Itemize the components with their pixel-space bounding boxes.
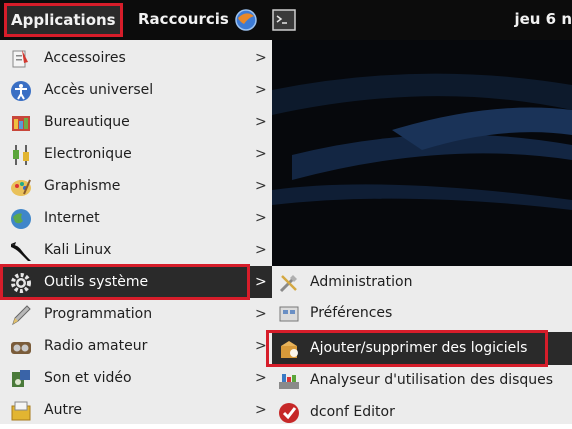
menu-item-label: Autre	[44, 402, 83, 418]
chevron-right-icon: >	[255, 274, 267, 290]
terminal-icon[interactable]	[272, 8, 296, 32]
raccourcis-menu-button[interactable]: Raccourcis	[132, 4, 235, 36]
chevron-right-icon: >	[255, 402, 267, 418]
submenu-item-label: Administration	[310, 274, 413, 290]
office-icon	[12, 116, 30, 131]
multimedia-icon	[12, 370, 30, 387]
menu-item-electronique[interactable]: Electronique >	[0, 138, 272, 170]
tools-icon	[279, 275, 297, 293]
menu-item-label: Accès universel	[44, 82, 154, 98]
menu-item-graphisme[interactable]: Graphisme >	[0, 170, 272, 202]
menu-item-accessoires[interactable]: Accessoires >	[0, 42, 272, 74]
chevron-right-icon: >	[255, 242, 267, 258]
menu-item-son-et-video[interactable]: Son et vidéo >	[0, 362, 272, 394]
menu-item-label: Graphisme	[44, 178, 121, 194]
top-panel: Applications Raccourcis jeu 6 n	[0, 0, 572, 40]
chevron-right-icon: >	[255, 210, 267, 226]
dconf-icon	[279, 403, 299, 423]
menu-item-label: Outils système	[44, 274, 149, 290]
browser-icon[interactable]	[234, 8, 258, 32]
menu-item-label: Son et vidéo	[44, 370, 132, 386]
applications-menu-button[interactable]: Applications	[4, 3, 123, 37]
menu-item-programmation[interactable]: Programmation >	[0, 298, 272, 330]
internet-icon	[11, 209, 31, 229]
submenu-item-label: Analyseur d'utilisation des disques	[310, 372, 554, 388]
menu-item-label: Kali Linux	[44, 242, 112, 258]
chevron-right-icon: >	[255, 114, 267, 130]
submenu-item-label: Préférences	[310, 305, 393, 321]
menu-item-bureautique[interactable]: Bureautique >	[0, 106, 272, 138]
menu-item-label: Radio amateur	[44, 338, 148, 354]
submenu-item-label: dconf Editor	[310, 404, 395, 420]
menu-item-label: Internet	[44, 210, 100, 226]
menu-item-outils-systeme[interactable]: Outils système >	[0, 266, 272, 298]
chevron-right-icon: >	[255, 370, 267, 386]
menu-item-radio-amateur[interactable]: Radio amateur >	[0, 330, 272, 362]
menu-item-autre[interactable]: Autre >	[0, 394, 272, 426]
radio-icon	[11, 342, 31, 354]
chevron-right-icon: >	[255, 146, 267, 162]
clock[interactable]: jeu 6 n	[514, 4, 572, 36]
menu-item-label: Bureautique	[44, 114, 130, 130]
menu-item-label: Programmation	[44, 306, 153, 322]
chevron-right-icon: >	[255, 338, 267, 354]
accessories-icon	[12, 50, 28, 68]
submenu-item-label: Ajouter/supprimer des logiciels	[310, 340, 528, 356]
chevron-right-icon: >	[255, 178, 267, 194]
menu-item-kali-linux[interactable]: Kali Linux >	[0, 234, 272, 266]
submenu-item-dconf-editor[interactable]: dconf Editor	[272, 396, 572, 429]
other-icon	[11, 401, 31, 421]
chevron-right-icon: >	[255, 50, 267, 66]
accessibility-icon	[11, 81, 31, 101]
menu-item-label: Accessoires	[44, 50, 126, 66]
preferences-icon	[279, 306, 299, 322]
menu-item-label: Electronique	[44, 146, 132, 162]
graphics-icon	[11, 179, 31, 196]
electronics-icon	[13, 145, 29, 165]
gear-icon	[11, 273, 31, 293]
menu-item-acces-universel[interactable]: Accès universel >	[0, 74, 272, 106]
pen-icon	[12, 305, 31, 326]
submenu-item-ajouter-supprimer-logiciels[interactable]: Ajouter/supprimer des logiciels	[272, 332, 572, 365]
chevron-right-icon: >	[255, 306, 267, 322]
submenu-item-analyseur-disques[interactable]: Analyseur d'utilisation des disques	[272, 364, 572, 397]
menu-item-internet[interactable]: Internet >	[0, 202, 272, 234]
submenu-item-preferences[interactable]: Préférences	[272, 297, 572, 330]
disk-usage-icon	[279, 374, 299, 389]
software-icon	[281, 341, 298, 358]
applications-menu: Accessoires > Accès universel > Bureauti…	[0, 40, 272, 424]
submenu-item-administration[interactable]: Administration	[272, 266, 572, 299]
chevron-right-icon: >	[255, 82, 267, 98]
kali-dragon-icon	[11, 242, 31, 261]
outils-systeme-submenu: Administration Préférences Ajouter/suppr…	[266, 266, 572, 424]
